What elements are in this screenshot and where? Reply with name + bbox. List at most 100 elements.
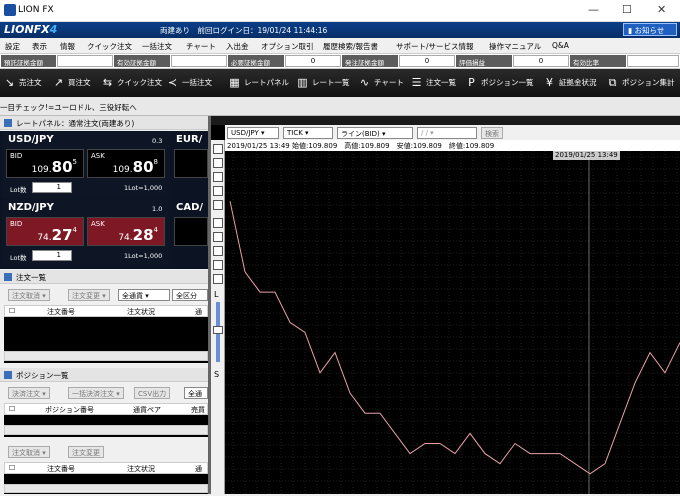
maximize-button[interactable]: ☐ — [622, 3, 632, 16]
trendline-tool-icon[interactable] — [213, 158, 223, 168]
col-position-number[interactable]: ポジション番号 — [45, 405, 94, 415]
col-side[interactable]: 売買 — [191, 405, 205, 415]
positions-table-header: ☐ ポジション番号 通貨ペア 売買 — [4, 403, 208, 415]
notice-button[interactable]: ▮ お知らせ — [623, 23, 677, 36]
col-currency[interactable]: 通貨 — [195, 464, 207, 484]
menu-view[interactable]: 表示 — [32, 41, 47, 52]
menu-chart[interactable]: チャート — [186, 41, 216, 52]
price-chart-svg — [225, 151, 680, 494]
orders-titlebar: 注文一覧 — [0, 270, 208, 284]
order-margin-value: 0 — [399, 55, 455, 67]
menu-options[interactable]: オプション取引 — [261, 41, 314, 52]
unrealized-pl-value: 0 — [513, 55, 569, 67]
orders-hscrollbar[interactable] — [4, 351, 208, 361]
order-list-button[interactable]: ☰ 注文一覧 — [410, 76, 456, 89]
order-change-button[interactable]: 注文変更 ▾ — [68, 289, 110, 301]
select-all-checkbox[interactable]: ☐ — [9, 307, 15, 315]
bid-button-partial[interactable] — [174, 149, 208, 178]
menu-settings[interactable]: 設定 — [5, 41, 20, 52]
order-change-button-2[interactable]: 注文変更 — [68, 446, 104, 458]
rate-panel-button[interactable]: ▦ レートパネル — [228, 76, 289, 89]
ticker-text: 一目チェック!=ユーロドル、三役好転へ — [0, 103, 137, 112]
panel-icon — [4, 119, 12, 127]
positions-hscrollbar[interactable] — [4, 425, 208, 435]
settle-order-button[interactable]: 決済注文 ▾ — [8, 387, 50, 399]
menu-history[interactable]: 履歴検索/報告書 — [323, 41, 378, 52]
spread-value: 1.0 — [152, 205, 163, 213]
chart-search-button[interactable]: 検索 — [481, 127, 503, 139]
deposit-value — [57, 55, 113, 67]
col-currency-pair[interactable]: 通貨ペア — [133, 405, 161, 415]
menu-deposit[interactable]: 入出金 — [226, 41, 249, 52]
effective-margin-label: 有効証拠金額 — [114, 55, 170, 67]
cursor-tool-icon[interactable] — [213, 144, 223, 154]
col-order-status[interactable]: 注文状況 — [127, 307, 155, 317]
save-tool-icon[interactable] — [213, 246, 223, 256]
bid-button-partial[interactable] — [174, 217, 208, 246]
buy-order-button[interactable]: ↗ 買注文 — [52, 76, 91, 89]
menu-manual[interactable]: 操作マニュアル — [489, 41, 541, 52]
copy-tool-icon[interactable] — [213, 274, 223, 284]
lot-input[interactable]: 1 — [32, 182, 72, 193]
chart-plot-area[interactable]: 2019/01/25 13:49 — [225, 151, 680, 494]
menu-bulk-order[interactable]: 一括注文 — [142, 41, 172, 52]
orders-table-header: ☐ 注文番号 注文状況 通貨 — [4, 305, 208, 326]
ask-button[interactable]: ASK 109.808 — [87, 149, 165, 178]
rate-card-nzdjpy: NZD/JPY 1.0 BID 74.274 ASK 74.284 Lot数 1… — [2, 200, 170, 266]
position-summary-button[interactable]: ⧉ ポジション集計 — [606, 76, 675, 89]
bid-price: 109.805 — [31, 158, 77, 176]
ask-button[interactable]: ASK 74.284 — [87, 217, 165, 246]
chart-period-select[interactable]: TICK ▾ — [283, 127, 333, 139]
order-cancel-button-2[interactable]: 注文取消 ▾ — [8, 446, 50, 458]
menu-quick-order[interactable]: クイック注文 — [87, 41, 132, 52]
menu-qa[interactable]: Q&A — [552, 41, 569, 50]
minimize-button[interactable]: — — [588, 3, 599, 16]
print-tool-icon[interactable] — [213, 260, 223, 270]
kind-filter-select[interactable]: 全区分 — [172, 289, 208, 301]
select-all-checkbox[interactable]: ☐ — [9, 405, 15, 413]
rate-list-button[interactable]: ▥ レート一覧 — [296, 76, 349, 89]
ask-price: 74.284 — [118, 226, 158, 244]
lot-label: Lot数 — [10, 254, 27, 262]
margin-status-button[interactable]: ¥ 証拠金状況 — [543, 76, 597, 89]
channel-tool-icon[interactable] — [213, 172, 223, 182]
menu-bar: 設定 表示 情報 クイック注文 一括注文 チャート 入出金 オプション取引 履歴… — [0, 38, 680, 53]
col-order-status[interactable]: 注文状況 — [127, 464, 155, 474]
lot-input[interactable]: 1 — [32, 250, 72, 261]
close-button[interactable]: ✕ — [657, 3, 666, 16]
chart-date-input[interactable]: / / ▾ — [417, 127, 477, 139]
chart-ohlc-info: 2019/01/25 13:49 始値:109.809 高値:109.809 安… — [225, 140, 680, 151]
chart-type-select[interactable]: ライン(BID) ▾ — [337, 127, 413, 139]
quick-order-button[interactable]: ⇆ クイック注文 — [101, 76, 162, 89]
news-ticker[interactable]: 一目チェック!=ユーロドル、三役好転へ — [0, 97, 680, 116]
positions-title: ポジション一覧 — [16, 371, 69, 380]
currency-filter-select[interactable]: 全通貨 ▾ — [118, 289, 170, 301]
zoom-slider-thumb[interactable] — [213, 326, 223, 334]
col-currency[interactable]: 通貨 — [195, 307, 207, 327]
csv-export-button[interactable]: CSV出力 — [134, 387, 171, 399]
bid-button[interactable]: BID 74.274 — [6, 217, 84, 246]
position-currency-select[interactable]: 全通 — [184, 387, 208, 399]
position-list-button[interactable]: P ポジション一覧 — [465, 76, 533, 89]
select-all-checkbox[interactable]: ☐ — [9, 464, 15, 472]
col-order-number[interactable]: 注文番号 — [47, 307, 75, 317]
fib-tool-icon[interactable] — [213, 186, 223, 196]
bulk-settle-button[interactable]: 一括決済注文 ▾ — [68, 387, 124, 399]
sell-order-button[interactable]: ↘ 売注文 — [3, 76, 42, 89]
deposit-label: 預託証拠金額 — [1, 55, 56, 67]
hline-tool-icon[interactable] — [213, 200, 223, 210]
chart-button[interactable]: ∿ チャート — [358, 76, 404, 89]
chart-pair-select[interactable]: USD/JPY ▾ — [227, 127, 279, 139]
bulk-order-button[interactable]: ≺ 一括注文 — [166, 76, 212, 89]
zoom-large-label: L — [214, 290, 219, 299]
menu-support[interactable]: サポート/サービス情報 — [396, 41, 474, 52]
orders2-hscrollbar[interactable] — [4, 484, 208, 493]
margin-ratio-label: 有効比率 — [570, 55, 626, 67]
settings-tool-icon[interactable] — [213, 232, 223, 242]
indicator-tool-icon[interactable] — [213, 218, 223, 228]
col-order-number[interactable]: 注文番号 — [47, 464, 75, 474]
bid-button[interactable]: BID 109.805 — [6, 149, 84, 178]
yen-icon: ¥ — [546, 76, 553, 89]
order-cancel-button[interactable]: 注文取消 ▾ — [8, 289, 50, 301]
menu-info[interactable]: 情報 — [60, 41, 75, 52]
